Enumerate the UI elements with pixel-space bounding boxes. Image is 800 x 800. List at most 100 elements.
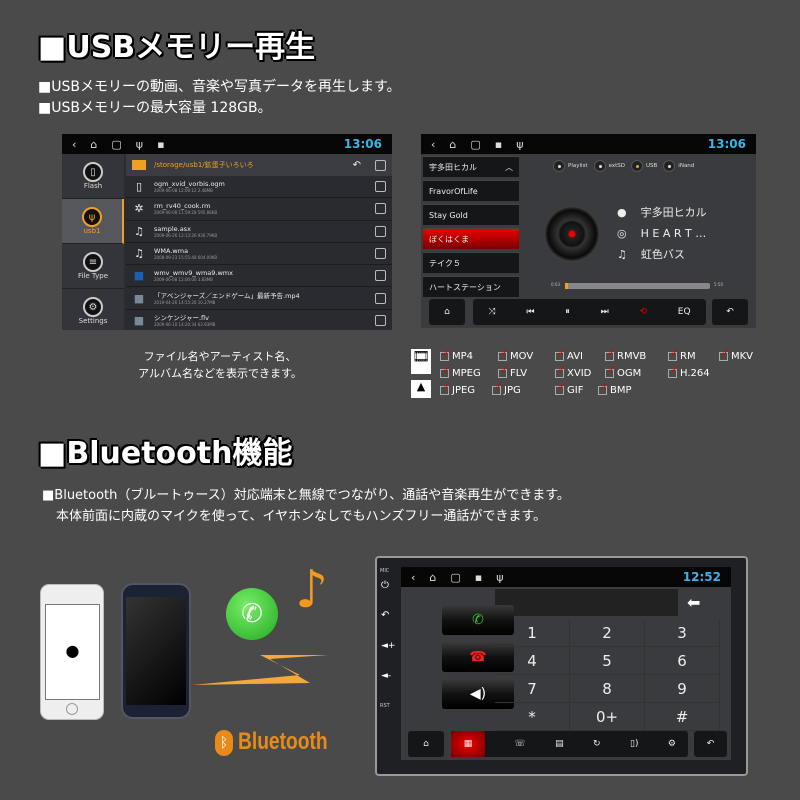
- recent-apps-icon[interactable]: ▢: [450, 571, 460, 584]
- contacts-tab[interactable]: ▤: [555, 739, 564, 749]
- file-row[interactable]: ✲ rm_rv40_cook.rm 2009-06-08 11:59:28 595.…: [126, 198, 392, 221]
- home-button[interactable]: ⌂: [408, 731, 444, 757]
- next-button[interactable]: ⏭: [601, 307, 609, 317]
- format-label: MKV: [731, 351, 754, 362]
- format-item: H.264: [668, 363, 710, 379]
- file-checkbox[interactable]: [375, 203, 386, 215]
- usb-status-icon: ψ: [516, 137, 524, 151]
- file-checkbox[interactable]: [375, 225, 386, 237]
- back-icon[interactable]: ‹: [411, 571, 415, 584]
- key-button[interactable]: 4: [495, 647, 570, 675]
- return-button[interactable]: ↶: [694, 731, 727, 757]
- key-button[interactable]: 7: [495, 675, 570, 703]
- return-button[interactable]: ↶: [712, 299, 748, 325]
- playlist-item[interactable]: FravorOfLife: [423, 180, 519, 201]
- shuffle-button[interactable]: ⤨: [488, 307, 495, 317]
- key-button[interactable]: 1: [495, 619, 570, 647]
- home-icon[interactable]: ⌂: [449, 138, 456, 151]
- repeat-button[interactable]: ⟲: [639, 307, 647, 317]
- key-button[interactable]: 0+: [570, 703, 645, 731]
- speaker-icon: ◀): [469, 686, 487, 702]
- volume-up-button[interactable]: ◄+: [381, 641, 395, 651]
- source-button[interactable]: Playlist: [553, 160, 588, 172]
- recent-calls-tab[interactable]: ↻: [593, 739, 601, 749]
- file-row[interactable]: ▯ ogm_xvid_vorbis.ogm 2009-06-08 12:00:12 …: [126, 176, 392, 199]
- key-button[interactable]: #: [645, 703, 720, 731]
- home-icon: ⌂: [444, 307, 450, 317]
- format-item: MKV: [719, 346, 754, 362]
- select-all-checkbox[interactable]: [375, 159, 386, 171]
- key-button[interactable]: 6: [645, 647, 720, 675]
- backspace-button[interactable]: ⬅: [687, 593, 700, 612]
- key-button[interactable]: 3: [645, 619, 720, 647]
- phone-transfer-tab[interactable]: ▯): [630, 739, 638, 749]
- previous-button[interactable]: ⏮: [526, 307, 534, 317]
- file-checkbox[interactable]: [375, 314, 386, 326]
- sidebar-item-flash[interactable]: ▯ Flash: [62, 154, 124, 199]
- file-checkbox[interactable]: [375, 181, 386, 193]
- eq-button[interactable]: EQ: [678, 307, 691, 317]
- home-icon[interactable]: ⌂: [90, 138, 97, 151]
- file-checkbox[interactable]: [375, 292, 386, 304]
- key-button[interactable]: 8: [570, 675, 645, 703]
- source-label: USB: [646, 163, 658, 169]
- source-button[interactable]: iNand: [663, 160, 694, 172]
- folder-icon: [132, 160, 146, 170]
- playlist-item-label: ハートステーション: [429, 282, 501, 292]
- source-button[interactable]: USB: [631, 160, 657, 172]
- file-name: wmv_wmv9_wma9.wmx: [154, 269, 233, 278]
- recent-apps-icon[interactable]: ▢: [470, 138, 480, 151]
- back-icon[interactable]: ‹: [72, 138, 76, 151]
- usb-section-title: ■USBメモリー再生: [38, 30, 316, 65]
- recent-apps-icon[interactable]: ▢: [111, 138, 121, 151]
- settings-tab[interactable]: ⚙: [668, 739, 676, 749]
- home-button[interactable]: ⌂: [429, 299, 465, 325]
- status-bar: ‹ ⌂ ▢ ψ ▪ 13:06: [62, 134, 392, 154]
- file-row[interactable]: ♫ sample.asx 2009-06-26 12:13:26 936.79KB: [126, 220, 392, 243]
- file-row[interactable]: ■ wmv_wmv9_wma9.wmx 2009-06-08 12:00:00 3.…: [126, 265, 392, 288]
- back-arrow-icon[interactable]: ↶: [353, 160, 361, 171]
- key-button[interactable]: *: [495, 703, 570, 731]
- bt-line-1: ■Bluetooth（ブルートゥース）対応端末と無線でつながり、通話や音楽再生が…: [42, 488, 570, 503]
- back-icon[interactable]: ‹: [431, 138, 435, 151]
- progress-slider[interactable]: [565, 283, 710, 289]
- format-item: AVI: [555, 346, 583, 362]
- playlist-item[interactable]: ぼくはくま: [423, 228, 519, 249]
- playlist-item[interactable]: テイク５: [423, 252, 519, 273]
- volume-down-button[interactable]: ◄-: [381, 671, 391, 681]
- reset-label: RST: [380, 703, 390, 709]
- back-hw-button[interactable]: ↶: [381, 610, 389, 621]
- playlist-item[interactable]: ハートステーション: [423, 276, 519, 297]
- power-button[interactable]: ⏻: [381, 580, 389, 591]
- file-name: ogm_xvid_vorbis.ogm: [154, 180, 225, 189]
- call-log-tab[interactable]: ☏: [514, 739, 525, 749]
- radio-icon: [631, 160, 643, 172]
- sidebar-item-usb1[interactable]: ψ usb1: [62, 199, 124, 244]
- chevron-up-icon[interactable]: ︿: [505, 162, 513, 173]
- checkbox-checked-icon: [555, 380, 566, 395]
- playlist: 宇多田ヒカル ︿ FravorOfLife Stay Gold ぼくはくまテイク５ ハート…: [421, 154, 521, 300]
- file-row[interactable]: ♫ WMA.wma 2008-09-23 15:55:48 604.09KB: [126, 242, 392, 266]
- file-list: /storage/usb1/鉱蛋子いろいろ ↶ ▯ ogm_xvid_vorbis.…: [126, 154, 392, 330]
- key-button[interactable]: 9: [645, 675, 720, 703]
- phone-hangup-icon: ☎: [469, 649, 487, 665]
- usb-icon: ψ: [82, 207, 102, 227]
- file-checkbox[interactable]: [375, 270, 386, 282]
- dialpad-tab[interactable]: ▦: [451, 731, 485, 757]
- source-button[interactable]: extSD: [593, 160, 625, 172]
- playlist-item[interactable]: Stay Gold: [423, 204, 519, 225]
- checkbox-checked-icon: [498, 363, 509, 378]
- bluetooth-logo-text: Bluetooth: [238, 728, 328, 755]
- file-row[interactable]: ■ シンケンジャー.flv 2009-06-10 14:20:34 63.93MB: [126, 309, 392, 330]
- pause-button[interactable]: ⏸: [565, 307, 570, 317]
- artist-name: 宇多田ヒカル: [640, 206, 707, 219]
- file-row[interactable]: ■ 「アベンジャーズ／エンドゲーム」最新予告.mp4 2019-04-26 14:5…: [126, 287, 392, 310]
- sidebar-item-settings[interactable]: ⚙ Settings: [62, 289, 124, 330]
- key-button[interactable]: 5: [570, 647, 645, 675]
- sidebar-item-file-type[interactable]: ≡ File Type: [62, 244, 124, 289]
- playlist-item[interactable]: 宇多田ヒカル ︿: [423, 156, 519, 177]
- music-player-screen: ‹ ⌂ ▢ ▪ ψ 13:06 宇多田ヒカル ︿ FravorOfLife Stay Gold…: [421, 134, 756, 328]
- home-icon[interactable]: ⌂: [429, 571, 436, 584]
- key-button[interactable]: 2: [570, 619, 645, 647]
- file-checkbox[interactable]: [375, 248, 386, 260]
